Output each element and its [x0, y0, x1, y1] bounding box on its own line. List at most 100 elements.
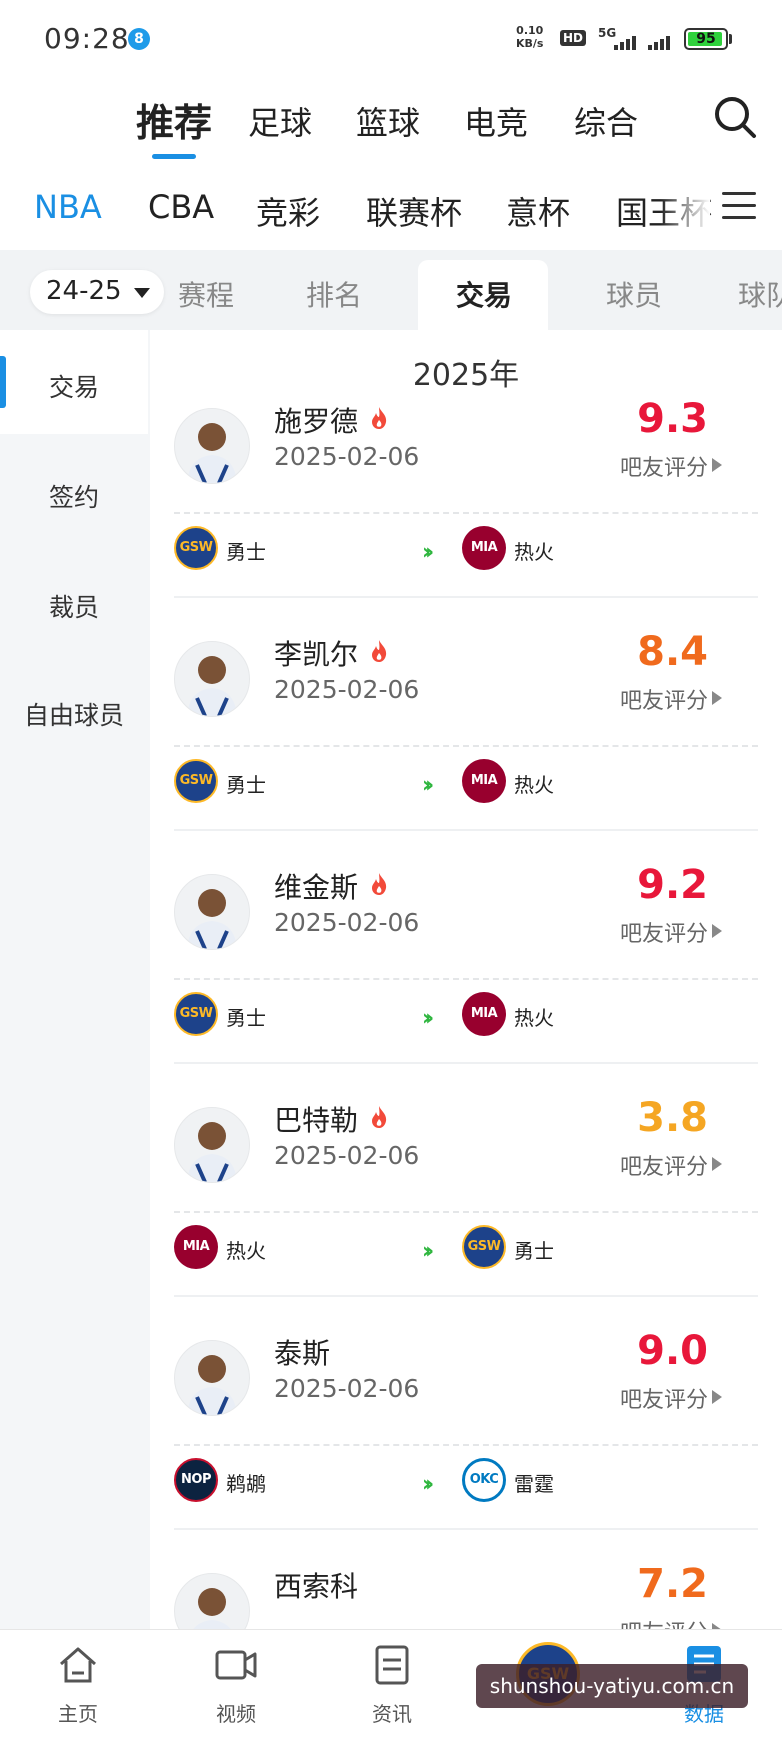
player-name[interactable]: 巴特勒 — [274, 1099, 358, 1139]
nav-home[interactable]: 主页 — [28, 1642, 128, 1727]
trade-card[interactable]: 施罗德 2025-02-06 9.3 吧友评分 GSW 勇士 ›› MIA 热火 — [174, 390, 758, 623]
side-item-signings[interactable]: 签约 — [0, 478, 148, 514]
home-icon — [60, 1647, 96, 1683]
from-team-name[interactable]: 鹈鹕 — [226, 1468, 266, 1497]
trade-card[interactable]: 维金斯 2025-02-06 9.2 吧友评分 GSW 勇士 ›› MIA 热火 — [174, 856, 758, 1089]
trade-date: 2025-02-06 — [274, 442, 420, 471]
to-team-logo-icon[interactable]: MIA — [462, 992, 506, 1036]
from-team-name[interactable]: 勇士 — [226, 1002, 266, 1031]
fan-score: 7.2 — [637, 1561, 708, 1607]
from-team-name[interactable]: 勇士 — [226, 769, 266, 798]
news-icon — [375, 1645, 409, 1685]
subtab-teams[interactable]: 球队 — [738, 274, 782, 314]
side-item-trades[interactable]: 交易 — [0, 368, 148, 404]
subtab-schedule[interactable]: 赛程 — [178, 274, 234, 314]
from-team-logo-icon[interactable]: MIA — [174, 1225, 218, 1269]
side-menu: 交易 签约 裁员 自由球员 — [0, 330, 148, 1630]
chevron-right-icon — [712, 924, 722, 938]
to-team-logo-icon[interactable]: MIA — [462, 759, 506, 803]
to-team-logo-icon[interactable]: GSW — [462, 1225, 506, 1269]
card-separator — [174, 1062, 758, 1064]
tab-general[interactable]: 综合 — [574, 98, 638, 144]
trade-card[interactable]: 西索科 7.2 吧友评分 — [174, 1555, 758, 1630]
sub-tabs: 赛程 排名 交易 球员 球队 24-25 — [0, 250, 782, 330]
trade-card[interactable]: 泰斯 2025-02-06 9.0 吧友评分 NOP 鹈鹕 ›› OKC 雷霆 — [174, 1322, 758, 1555]
league-nba[interactable]: NBA — [34, 188, 102, 226]
signal-icon — [614, 34, 636, 50]
fan-score-label[interactable]: 吧友评分 — [620, 450, 708, 482]
signal-icon — [648, 34, 670, 50]
tab-recommend[interactable]: 推荐 — [136, 92, 212, 147]
fan-score: 9.3 — [637, 396, 708, 442]
chevron-right-icon — [712, 458, 722, 472]
season-selector[interactable]: 24-25 — [30, 270, 164, 314]
player-name[interactable]: 泰斯 — [274, 1332, 330, 1372]
tab-esports[interactable]: 电竞 — [464, 98, 528, 144]
league-cba[interactable]: CBA — [148, 188, 214, 226]
from-team-name[interactable]: 热火 — [226, 1235, 266, 1264]
transfer-arrow-icon: ›› — [422, 540, 434, 565]
player-name[interactable]: 维金斯 — [274, 866, 358, 906]
player-avatar — [174, 1340, 250, 1416]
active-tab-indicator — [152, 154, 196, 159]
side-item-waivers[interactable]: 裁员 — [0, 588, 148, 624]
tab-basketball[interactable]: 篮球 — [356, 98, 420, 144]
from-team-logo-icon[interactable]: NOP — [174, 1458, 218, 1502]
tab-football[interactable]: 足球 — [248, 98, 312, 144]
nav-news[interactable]: 资讯 — [342, 1642, 442, 1727]
chevron-right-icon — [712, 1390, 722, 1404]
card-separator — [174, 1295, 758, 1297]
network-speed-unit: KB/s — [516, 37, 544, 50]
to-team-logo-icon[interactable]: OKC — [462, 1458, 506, 1502]
league-fade — [660, 170, 710, 250]
menu-icon[interactable] — [722, 192, 756, 226]
to-team-name[interactable]: 雷霆 — [514, 1468, 554, 1497]
player-name[interactable]: 李凯尔 — [274, 633, 358, 673]
league-italy-cup[interactable]: 意杯 — [506, 188, 570, 234]
clock: 09:28 — [44, 22, 130, 55]
player-name[interactable]: 施罗德 — [274, 400, 358, 440]
fan-score-label[interactable]: 吧友评分 — [620, 683, 708, 715]
fan-score: 8.4 — [637, 629, 708, 675]
transfer-arrow-icon: ›› — [422, 1239, 434, 1264]
subtab-trades[interactable]: 交易 — [456, 274, 512, 314]
search-icon[interactable] — [712, 94, 758, 140]
to-team-name[interactable]: 热火 — [514, 536, 554, 565]
from-team-logo-icon[interactable]: GSW — [174, 526, 218, 570]
year-header: 2025年 — [412, 358, 520, 393]
side-item-free-agents[interactable]: 自由球员 — [0, 696, 148, 732]
trade-card[interactable]: 李凯尔 2025-02-06 8.4 吧友评分 GSW 勇士 ›› MIA 热火 — [174, 623, 758, 856]
subtab-ranking[interactable]: 排名 — [306, 274, 362, 314]
from-team-logo-icon[interactable]: GSW — [174, 992, 218, 1036]
to-team-name[interactable]: 热火 — [514, 769, 554, 798]
divider — [174, 1211, 758, 1213]
trade-date: 2025-02-06 — [274, 908, 420, 937]
fan-score-label[interactable]: 吧友评分 — [620, 1149, 708, 1181]
chevron-right-icon — [712, 1157, 722, 1171]
fire-icon — [372, 1106, 387, 1128]
league-lottery[interactable]: 竞彩 — [256, 188, 320, 234]
player-name[interactable]: 西索科 — [274, 1565, 358, 1605]
battery-icon: 95 — [684, 28, 728, 50]
to-team-name[interactable]: 热火 — [514, 1002, 554, 1031]
transfer-arrow-icon: ›› — [422, 773, 434, 798]
video-icon — [215, 1650, 257, 1680]
fan-score-label[interactable]: 吧友评分 — [620, 1382, 708, 1414]
from-team-logo-icon[interactable]: GSW — [174, 759, 218, 803]
league-league-cup[interactable]: 联赛杯 — [366, 188, 462, 234]
player-avatar — [174, 641, 250, 717]
fan-score: 9.0 — [637, 1328, 708, 1374]
to-team-name[interactable]: 勇士 — [514, 1235, 554, 1264]
fan-score-label[interactable]: 吧友评分 — [620, 1615, 708, 1630]
trade-date: 2025-02-06 — [274, 675, 420, 704]
from-team-name[interactable]: 勇士 — [226, 536, 266, 565]
battery-level-text: 95 — [696, 31, 716, 47]
nav-video[interactable]: 视频 — [186, 1642, 286, 1727]
fire-icon — [372, 407, 387, 429]
fan-score-label[interactable]: 吧友评分 — [620, 916, 708, 948]
nav-video-label: 视频 — [216, 1702, 256, 1726]
trade-date: 2025-02-06 — [274, 1141, 420, 1170]
subtab-players[interactable]: 球员 — [606, 274, 662, 314]
trade-card[interactable]: 巴特勒 2025-02-06 3.8 吧友评分 MIA 热火 ›› GSW 勇士 — [174, 1089, 758, 1322]
to-team-logo-icon[interactable]: MIA — [462, 526, 506, 570]
